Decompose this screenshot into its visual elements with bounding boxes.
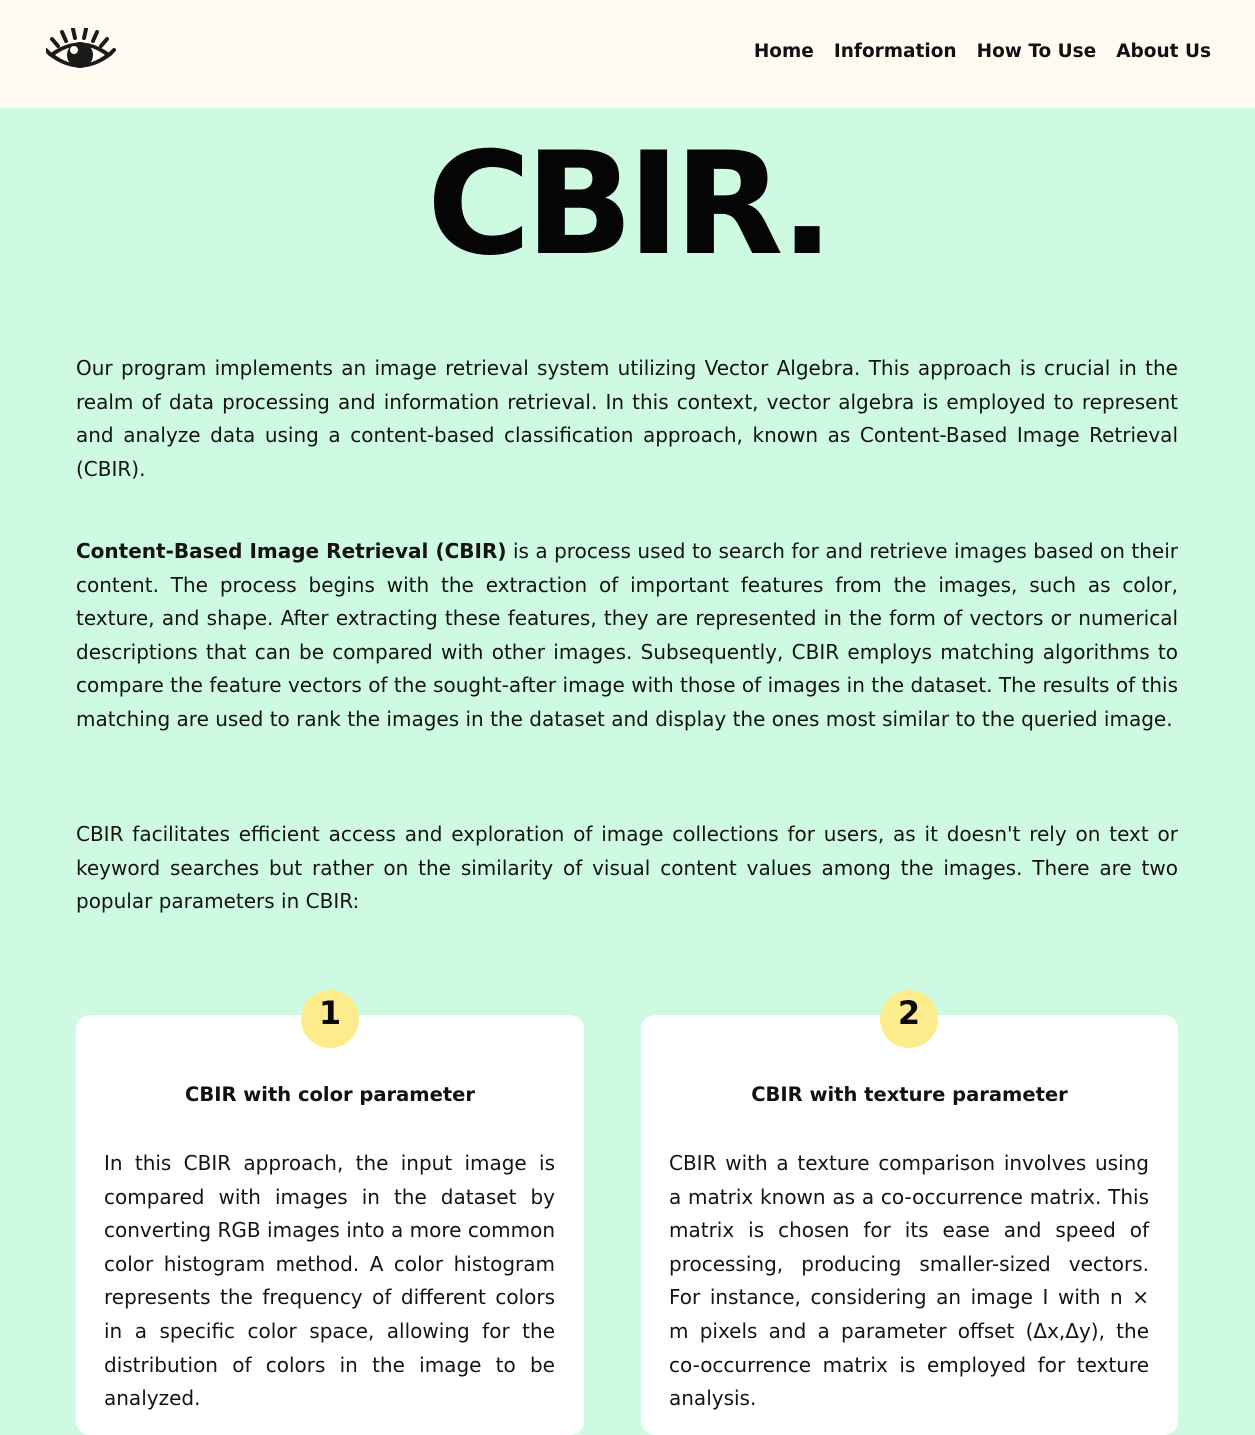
- navbar: Home Information How To Use About Us: [0, 0, 1255, 108]
- card-title: CBIR with texture parameter: [751, 1083, 1068, 1106]
- nav-link-how-to-use[interactable]: How To Use: [977, 41, 1097, 62]
- nav-link-about-us[interactable]: About Us: [1116, 41, 1211, 62]
- nav-menu: Home Information How To Use About Us: [734, 41, 1211, 62]
- eye-icon[interactable]: [44, 27, 116, 78]
- card-title: CBIR with color parameter: [185, 1083, 475, 1106]
- cbir-definition-term: Content-Based Image Retrieval (CBIR): [76, 539, 507, 563]
- cbir-definition-paragraph: Content-Based Image Retrieval (CBIR) is …: [76, 535, 1178, 737]
- card-body: In this CBIR approach, the input image i…: [104, 1151, 555, 1411]
- step-number-badge: 1: [301, 990, 359, 1048]
- cbir-definition-text: is a process used to search for and retr…: [76, 539, 1178, 731]
- step-number-badge: 2: [880, 990, 938, 1048]
- nav-link-information[interactable]: Information: [834, 41, 957, 62]
- card-body: CBIR with a texture comparison involves …: [669, 1151, 1149, 1411]
- texture-parameter-card: 2 CBIR with texture parameter CBIR with …: [641, 990, 1178, 1435]
- cbir-parameters-paragraph: CBIR facilitates efficient access and ex…: [76, 822, 1178, 914]
- intro-paragraph: Our program implements an image retrieva…: [76, 356, 1178, 481]
- page-title: CBIR.: [426, 122, 834, 287]
- color-parameter-card: 1 CBIR with color parameter In this CBIR…: [76, 990, 584, 1435]
- nav-link-home[interactable]: Home: [754, 41, 814, 62]
